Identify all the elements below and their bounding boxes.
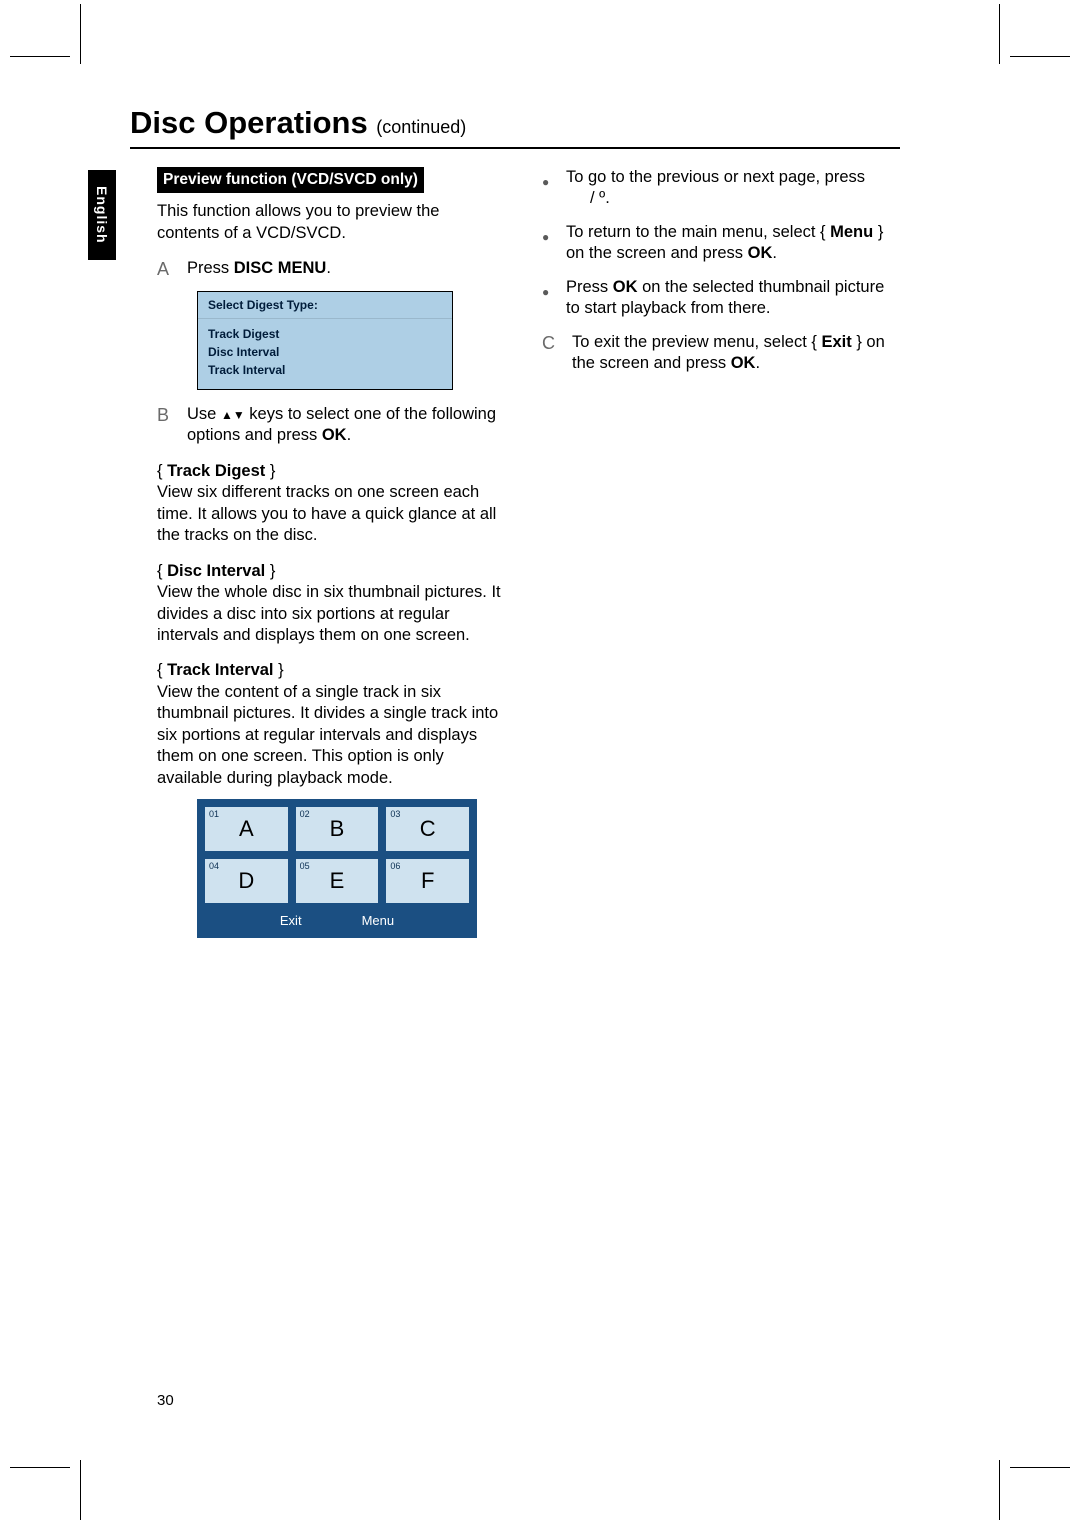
step-a: A Press DISC MENU.	[157, 258, 502, 281]
thumb-row: 01 A 02 B 03 C	[205, 807, 469, 851]
intro-text: This function allows you to preview the …	[157, 201, 502, 244]
ok-label: OK	[731, 354, 756, 372]
thumbnail: 02 B	[296, 807, 379, 851]
text: .	[772, 244, 777, 262]
step-body: Press DISC MENU.	[187, 258, 502, 281]
language-tab: English	[88, 170, 116, 260]
bullet-icon	[542, 277, 556, 320]
text: .	[755, 354, 760, 372]
thumb-menu-bar: Exit Menu	[205, 911, 469, 938]
thumb-letter: F	[421, 867, 434, 896]
option-track-digest: { Track Digest } View six different trac…	[157, 461, 502, 547]
bullet-body: Press OK on the selected thumbnail pictu…	[566, 277, 887, 320]
page-number: 30	[157, 1392, 174, 1409]
crop-mark	[80, 4, 81, 64]
option-desc: View the content of a single track in si…	[157, 682, 502, 789]
thumbnail-preview-grid: 01 A 02 B 03 C 04 D 05 E 06 F Exit Menu	[197, 799, 477, 938]
thumb-number: 02	[300, 809, 310, 821]
bullet-icon	[542, 167, 556, 210]
disc-menu-button-label: DISC MENU	[234, 259, 327, 277]
crop-mark	[80, 1460, 81, 1520]
step-body: Use keys to select one of the following …	[187, 404, 502, 447]
text: .	[605, 189, 610, 207]
text: .	[326, 259, 331, 277]
ok-label: OK	[613, 278, 638, 296]
step-c: C To exit the preview menu, select { Exi…	[542, 332, 887, 375]
thumb-number: 04	[209, 861, 219, 873]
thumb-row: 04 D 05 E 06 F	[205, 859, 469, 903]
bullet-prev-next: To go to the previous or next page, pres…	[542, 167, 887, 210]
option-name: Track Interval	[167, 661, 273, 679]
thumbnail: 06 F	[386, 859, 469, 903]
thumb-number: 06	[390, 861, 400, 873]
option-desc: View six different tracks on one screen …	[157, 482, 502, 546]
text: Press	[187, 259, 234, 277]
crop-mark	[1010, 1467, 1070, 1468]
title-main: Disc Operations	[130, 105, 368, 140]
digest-menu-title: Select Digest Type:	[198, 292, 452, 319]
title-sub: (continued)	[376, 117, 466, 137]
language-label: English	[94, 186, 110, 244]
content-area: Disc Operations (continued) Preview func…	[130, 105, 900, 938]
menu-label: Menu	[362, 913, 395, 930]
two-column-layout: Preview function (VCD/SVCD only) This fu…	[130, 167, 900, 938]
crop-mark	[999, 4, 1000, 64]
thumb-number: 03	[390, 809, 400, 821]
right-column: To go to the previous or next page, pres…	[542, 167, 887, 938]
option-name: Disc Interval	[167, 562, 265, 580]
thumb-number: 05	[300, 861, 310, 873]
text: To exit the preview menu, select {	[572, 333, 821, 351]
option-desc: View the whole disc in six thumbnail pic…	[157, 582, 502, 646]
left-column: Preview function (VCD/SVCD only) This fu…	[157, 167, 502, 938]
option-track-interval: { Track Interval } View the content of a…	[157, 660, 502, 789]
bullet-body: To return to the main menu, select { Men…	[566, 222, 887, 265]
prev-next-icon	[590, 189, 605, 207]
step-b: B Use keys to select one of the followin…	[157, 404, 502, 447]
ok-label: OK	[748, 244, 773, 262]
text: .	[347, 426, 352, 444]
bullet-icon	[542, 222, 556, 265]
text: To go to the previous or next page, pres…	[566, 168, 865, 186]
menu-label: Menu	[830, 223, 873, 241]
thumb-letter: B	[330, 815, 345, 844]
up-arrow-icon	[221, 405, 233, 423]
option-disc-interval: { Disc Interval } View the whole disc in…	[157, 561, 502, 647]
thumb-letter: C	[420, 815, 436, 844]
crop-mark	[10, 56, 70, 57]
option-name: Track Digest	[167, 462, 265, 480]
page-title: Disc Operations (continued)	[130, 105, 900, 149]
thumbnail: 01 A	[205, 807, 288, 851]
section-header: Preview function (VCD/SVCD only)	[157, 167, 424, 193]
thumbnail: 04 D	[205, 859, 288, 903]
thumb-letter: E	[330, 867, 345, 896]
crop-mark	[999, 1460, 1000, 1520]
ok-label: OK	[322, 426, 347, 444]
thumb-number: 01	[209, 809, 219, 821]
step-body: To exit the preview menu, select { Exit …	[572, 332, 887, 375]
down-arrow-icon	[233, 405, 245, 423]
thumb-letter: D	[238, 867, 254, 896]
manual-page: English Disc Operations (continued) Prev…	[0, 0, 1080, 1524]
exit-label: Exit	[821, 333, 851, 351]
digest-item: Track Interval	[208, 361, 442, 379]
text: Press	[566, 278, 613, 296]
bullet-press-ok: Press OK on the selected thumbnail pictu…	[542, 277, 887, 320]
digest-menu-items: Track Digest Disc Interval Track Interva…	[198, 319, 452, 389]
digest-type-menu: Select Digest Type: Track Digest Disc In…	[197, 291, 453, 390]
bullet-return-menu: To return to the main menu, select { Men…	[542, 222, 887, 265]
text: Use	[187, 405, 221, 423]
step-label: C	[542, 332, 562, 375]
crop-mark	[1010, 56, 1070, 57]
step-label: A	[157, 258, 177, 281]
digest-item: Disc Interval	[208, 343, 442, 361]
digest-item: Track Digest	[208, 325, 442, 343]
crop-mark	[10, 1467, 70, 1468]
text: To return to the main menu, select {	[566, 223, 830, 241]
bullet-body: To go to the previous or next page, pres…	[566, 167, 887, 210]
step-label: B	[157, 404, 177, 447]
thumbnail: 05 E	[296, 859, 379, 903]
exit-label: Exit	[280, 913, 302, 930]
thumb-letter: A	[239, 815, 254, 844]
thumbnail: 03 C	[386, 807, 469, 851]
